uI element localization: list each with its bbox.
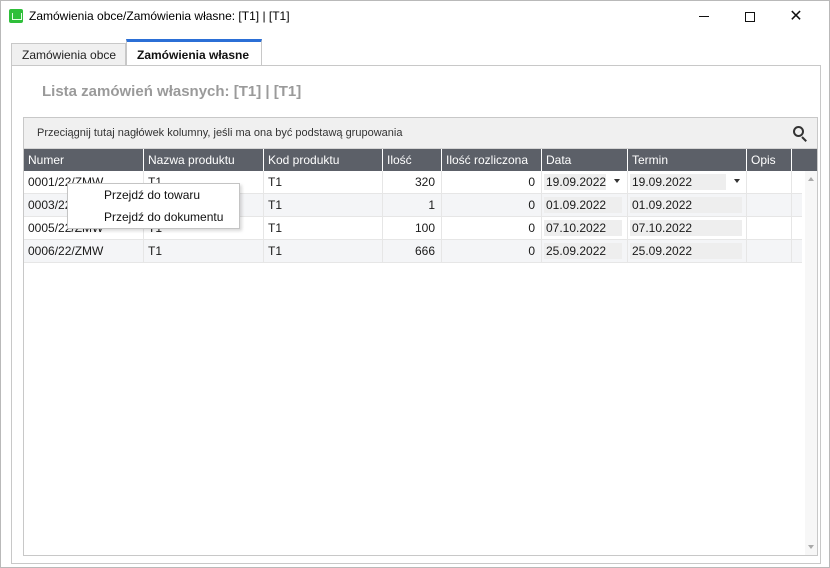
window-title: Zamówienia obce/Zamówienia własne: [T1] … — [29, 9, 290, 23]
cell-kod: T1 — [264, 171, 383, 193]
column-header-numer[interactable]: Numer — [24, 149, 144, 171]
chevron-down-icon[interactable] — [734, 179, 740, 183]
column-header-data[interactable]: Data — [542, 149, 628, 171]
scroll-up-icon[interactable] — [808, 177, 814, 181]
close-button[interactable]: ✕ — [773, 1, 819, 32]
cell-ilosc: 100 — [383, 217, 442, 239]
group-by-panel[interactable]: Przeciągnij tutaj nagłówek kolumny, jeśl… — [24, 118, 817, 149]
cell-ilosc: 1 — [383, 194, 442, 216]
app-basket-icon — [9, 9, 23, 23]
cell-numer: 0006/22/ZMW — [24, 240, 144, 262]
date-editor[interactable]: 07.10.2022 — [544, 220, 622, 236]
cell-ilosc: 320 — [383, 171, 442, 193]
cell-termin[interactable]: 07.10.2022 — [628, 217, 747, 239]
menu-item-go-to-product[interactable]: Przejdź do towaru — [68, 184, 239, 206]
cell-termin[interactable]: 19.09.2022 — [628, 171, 747, 193]
group-hint-text: Przeciągnij tutaj nagłówek kolumny, jeśl… — [37, 127, 403, 139]
date-editor[interactable]: 25.09.2022 — [630, 243, 742, 259]
column-header-kod-produktu[interactable]: Kod produktu — [264, 149, 383, 171]
date-editor[interactable]: 19.09.2022 — [544, 174, 606, 190]
cell-kod: T1 — [264, 194, 383, 216]
minimize-button[interactable] — [681, 1, 727, 32]
column-header-ilosc-rozliczona[interactable]: Ilość rozliczona — [442, 149, 542, 171]
date-editor[interactable]: 25.09.2022 — [544, 243, 622, 259]
menu-item-go-to-document[interactable]: Przejdź do dokumentu — [68, 206, 239, 228]
cell-data[interactable]: 01.09.2022 — [542, 194, 628, 216]
close-icon: ✕ — [789, 7, 803, 25]
tab-zamowienia-wlasne[interactable]: Zamówienia własne — [126, 39, 262, 65]
cell-termin[interactable]: 25.09.2022 — [628, 240, 747, 262]
maximize-icon — [745, 11, 755, 22]
column-header-termin[interactable]: Termin — [628, 149, 747, 171]
scroll-down-icon[interactable] — [808, 545, 814, 549]
app-window: Zamówienia obce/Zamówienia własne: [T1] … — [0, 0, 830, 568]
date-editor[interactable]: 01.09.2022 — [544, 197, 622, 213]
cell-kod: T1 — [264, 240, 383, 262]
grid-header: Numer Nazwa produktu Kod produktu Ilość … — [24, 149, 817, 171]
title-bar[interactable]: Zamówienia obce/Zamówienia własne: [T1] … — [1, 1, 829, 32]
column-header-nazwa-produktu[interactable]: Nazwa produktu — [144, 149, 264, 171]
column-header-opis[interactable]: Opis — [747, 149, 792, 171]
cell-ilosc-rozliczona: 0 — [442, 217, 542, 239]
cell-ilosc-rozliczona: 0 — [442, 194, 542, 216]
date-editor[interactable]: 07.10.2022 — [630, 220, 742, 236]
minimize-icon — [699, 16, 709, 17]
cell-ilosc: 666 — [383, 240, 442, 262]
cell-opis — [747, 194, 792, 216]
table-row[interactable]: 0006/22/ZMW T1 T1 666 0 25.09.2022 25.09… — [24, 240, 802, 263]
date-editor[interactable]: 01.09.2022 — [630, 197, 742, 213]
cell-opis — [747, 240, 792, 262]
tab-zamowienia-obce[interactable]: Zamówienia obce — [11, 43, 126, 65]
cell-ilosc-rozliczona: 0 — [442, 240, 542, 262]
cell-data[interactable]: 19.09.2022 — [542, 171, 628, 193]
cell-opis — [747, 217, 792, 239]
list-title: Lista zamówień własnych: [T1] | [T1] — [42, 83, 302, 100]
cell-ilosc-rozliczona: 0 — [442, 171, 542, 193]
cell-opis — [747, 171, 792, 193]
cell-kod: T1 — [264, 217, 383, 239]
maximize-button[interactable] — [727, 1, 773, 32]
cell-termin[interactable]: 01.09.2022 — [628, 194, 747, 216]
search-icon[interactable] — [792, 125, 808, 142]
chevron-down-icon[interactable] — [614, 179, 620, 183]
vertical-scrollbar[interactable] — [805, 171, 817, 555]
cell-data[interactable]: 07.10.2022 — [542, 217, 628, 239]
cell-nazwa: T1 — [144, 240, 264, 262]
context-menu: Przejdź do towaru Przejdź do dokumentu — [67, 183, 240, 229]
date-editor[interactable]: 19.09.2022 — [630, 174, 726, 190]
column-header-ilosc[interactable]: Ilość — [383, 149, 442, 171]
cell-data[interactable]: 25.09.2022 — [542, 240, 628, 262]
